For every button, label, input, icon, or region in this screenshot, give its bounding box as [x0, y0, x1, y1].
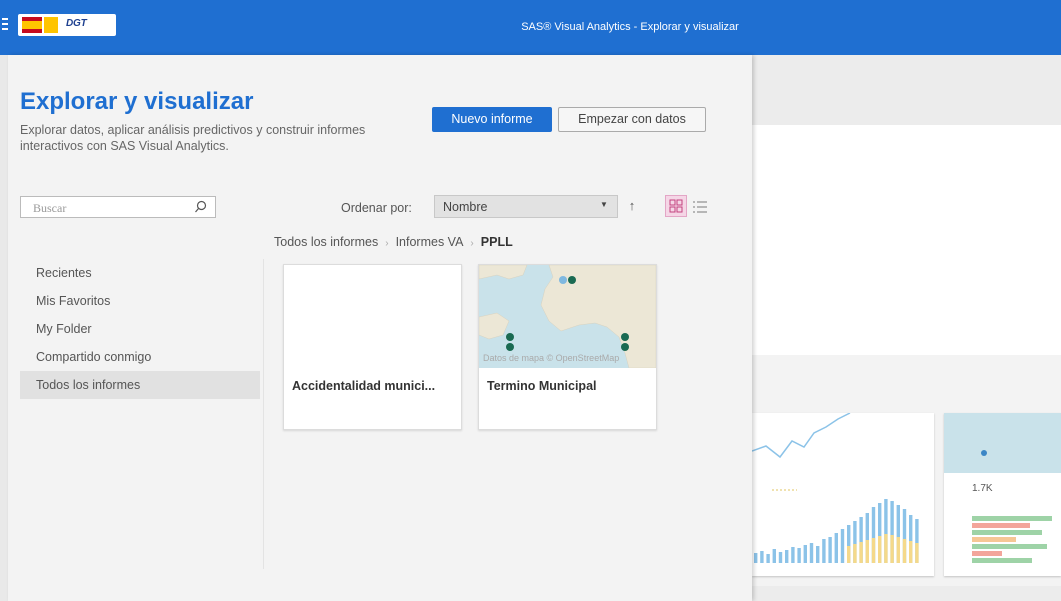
search-input[interactable]: Buscar: [20, 196, 216, 218]
background-line-series: [751, 412, 851, 459]
chevron-right-icon: ›: [470, 238, 474, 249]
start-with-data-button[interactable]: Empezar con datos: [558, 107, 706, 132]
grid-view-icon[interactable]: [665, 195, 687, 217]
background-chart: [751, 412, 919, 563]
background-bar: [809, 543, 814, 563]
background-bar: [853, 544, 857, 563]
background-chart-card: [751, 412, 934, 576]
background-bar: [902, 539, 907, 563]
background-bar: [871, 538, 876, 563]
background-map-water: [944, 413, 1061, 473]
sort-value: Nombre: [443, 200, 488, 214]
report-thumbnail: [284, 265, 461, 368]
background-bar: [822, 539, 826, 563]
explore-panel: Explorar y visualizar Explorar datos, ap…: [8, 55, 752, 601]
ministry-emblem-icon: [44, 17, 58, 33]
sort-select[interactable]: Nombre ▼: [434, 195, 618, 218]
list-view-icon[interactable]: [690, 198, 710, 216]
background-bar: [890, 535, 894, 563]
page-subtitle: Explorar datos, aplicar análisis predict…: [20, 123, 366, 153]
breadcrumb-item[interactable]: Informes VA: [396, 235, 464, 249]
background-bar: [865, 540, 869, 563]
background-region: [752, 125, 1061, 355]
background-bar: [785, 550, 789, 563]
app-title: SAS® Visual Analytics - Explorar y visua…: [521, 21, 739, 33]
sidebar-item-mis-favoritos[interactable]: Mis Favoritos: [20, 287, 260, 315]
page-title: Explorar y visualizar: [20, 88, 254, 115]
sort-ascending-icon[interactable]: ↑: [625, 195, 639, 217]
background-footer: [752, 586, 1061, 601]
background-bar: [915, 543, 919, 563]
background-map-marker: [981, 450, 987, 456]
divider: [263, 259, 264, 569]
sidebar-nav: Recientes Mis Favoritos My Folder Compar…: [20, 259, 260, 399]
background-bar: [778, 552, 783, 563]
dgt-logo-text: DGT: [66, 18, 87, 29]
background-bar: [896, 537, 900, 563]
breadcrumb-item[interactable]: Todos los informes: [274, 235, 378, 249]
background-bar: [840, 529, 845, 563]
top-bar: DGT SAS® Visual Analytics - Explorar y v…: [0, 0, 1061, 55]
background-bar: [791, 547, 795, 563]
background-map: 1.7K: [944, 413, 1061, 563]
sidebar-item-compartido-conmigo[interactable]: Compartido conmigo: [20, 343, 260, 371]
background-bar: [859, 542, 863, 563]
sidebar-item-recientes[interactable]: Recientes: [20, 259, 260, 287]
search-placeholder: Buscar: [33, 201, 67, 215]
background-bar: [772, 549, 776, 563]
logo: DGT: [18, 14, 116, 36]
background-stacked-bars: [972, 516, 1052, 563]
sidebar-item-todos-los-informes[interactable]: Todos los informes: [20, 371, 260, 399]
new-report-button[interactable]: Nuevo informe: [432, 107, 552, 132]
breadcrumb: Todos los informes › Informes VA › PPLL: [274, 235, 513, 249]
chevron-down-icon: ▼: [600, 200, 608, 209]
background-bar: [797, 548, 801, 563]
spain-flag-icon: [22, 17, 42, 33]
breadcrumb-current: PPLL: [480, 235, 513, 249]
background-header: [752, 55, 1061, 125]
menu-icon[interactable]: [2, 18, 14, 34]
background-bar: [884, 534, 888, 563]
background-bar: [847, 546, 851, 563]
background-bar: [754, 553, 758, 563]
background-bar: [816, 546, 820, 563]
map-credit: Datos de mapa © OpenStreetMap: [483, 353, 620, 363]
report-name: Accidentalidad munici...: [292, 379, 436, 393]
sort-label: Ordenar por:: [341, 201, 412, 215]
background-bar: [803, 545, 807, 563]
search-icon[interactable]: [193, 199, 209, 215]
background-metric: 1.7K: [972, 483, 993, 494]
background-bar: [834, 533, 838, 563]
background-bar: [878, 536, 882, 563]
sidebar-item-my-folder[interactable]: My Folder: [20, 315, 260, 343]
background-bar: [828, 537, 832, 563]
background-bar: [909, 541, 913, 563]
report-card[interactable]: Datos de mapa © OpenStreetMap Termino Mu…: [478, 264, 657, 430]
background-map-card: 1.7K: [944, 413, 1061, 576]
background-bar: [766, 554, 770, 563]
background-bar: [760, 551, 764, 563]
chevron-right-icon: ›: [385, 238, 389, 249]
report-name: Termino Municipal: [487, 379, 597, 393]
report-card[interactable]: Accidentalidad munici...: [283, 264, 462, 430]
background-bars: [754, 499, 919, 563]
